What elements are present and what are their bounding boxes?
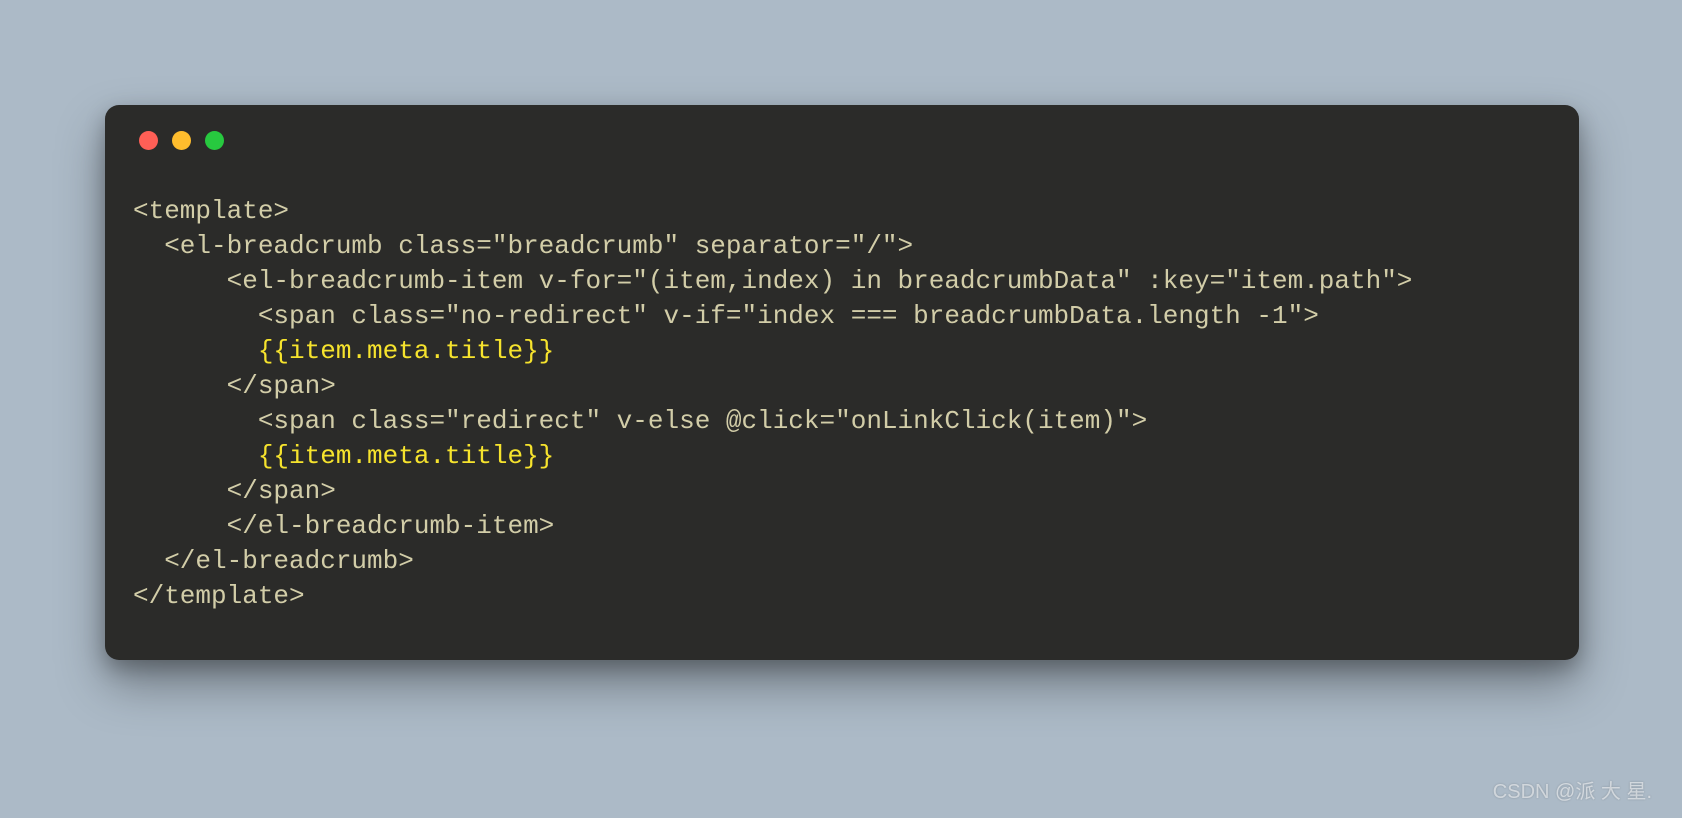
code-window: <template> <el-breadcrumb class="breadcr… — [105, 105, 1579, 660]
code-line: <span class="redirect" v-else @click="on… — [133, 406, 1147, 436]
code-line: <el-breadcrumb class="breadcrumb" separa… — [133, 231, 913, 261]
code-line: <template> — [133, 196, 289, 226]
code-line-highlight: {{item.meta.title}} — [133, 441, 554, 471]
code-line: <span class="no-redirect" v-if="index ==… — [133, 301, 1319, 331]
code-line: </template> — [133, 581, 305, 611]
code-line: </el-breadcrumb-item> — [133, 511, 554, 541]
code-line-highlight: {{item.meta.title}} — [133, 336, 554, 366]
window-close-icon — [139, 131, 158, 150]
window-minimize-icon — [172, 131, 191, 150]
window-zoom-icon — [205, 131, 224, 150]
window-traffic-lights — [139, 131, 1551, 150]
code-block: <template> <el-breadcrumb class="breadcr… — [133, 194, 1551, 614]
code-line: </span> — [133, 371, 336, 401]
code-line: </span> — [133, 476, 336, 506]
code-line: </el-breadcrumb> — [133, 546, 414, 576]
code-line: <el-breadcrumb-item v-for="(item,index) … — [133, 266, 1412, 296]
watermark-text: CSDN @派 大 星. — [1493, 775, 1652, 804]
